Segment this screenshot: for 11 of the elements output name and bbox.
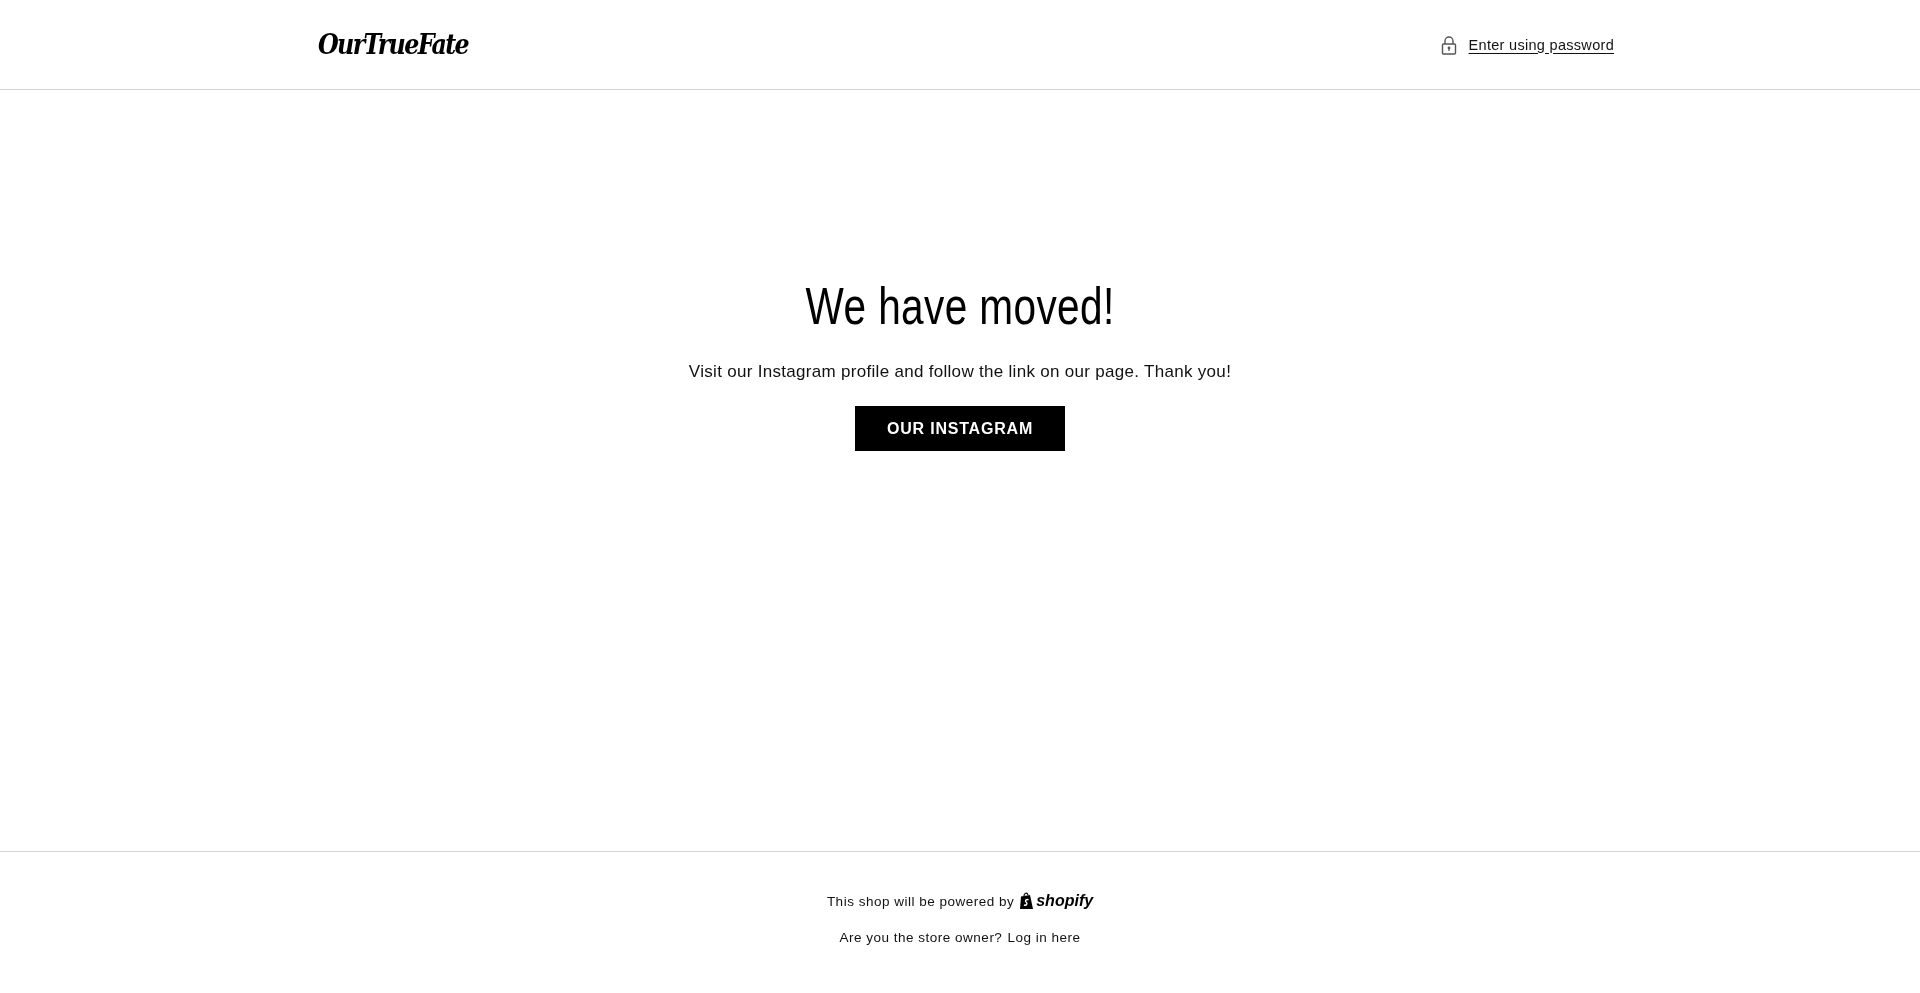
heading: We have moved! xyxy=(805,280,1115,332)
shopping-bag-icon[interactable] xyxy=(1019,892,1035,910)
login-link[interactable]: Log in here xyxy=(1007,930,1081,945)
lock-icon xyxy=(1440,34,1457,55)
message-text: Visit our Instagram profile and follow the link on our page. Thank you! xyxy=(688,362,1232,382)
owner-question: Are you the store owner? xyxy=(839,930,1003,945)
password-link[interactable]: Enter using password xyxy=(1468,36,1614,53)
instagram-button[interactable]: OUR INSTAGRAM xyxy=(855,406,1065,451)
powered-by-text: This shop will be powered by xyxy=(826,893,1015,909)
shopify-logo[interactable]: shopify xyxy=(1036,892,1094,910)
logo[interactable]: OurTrueFate xyxy=(318,28,468,61)
